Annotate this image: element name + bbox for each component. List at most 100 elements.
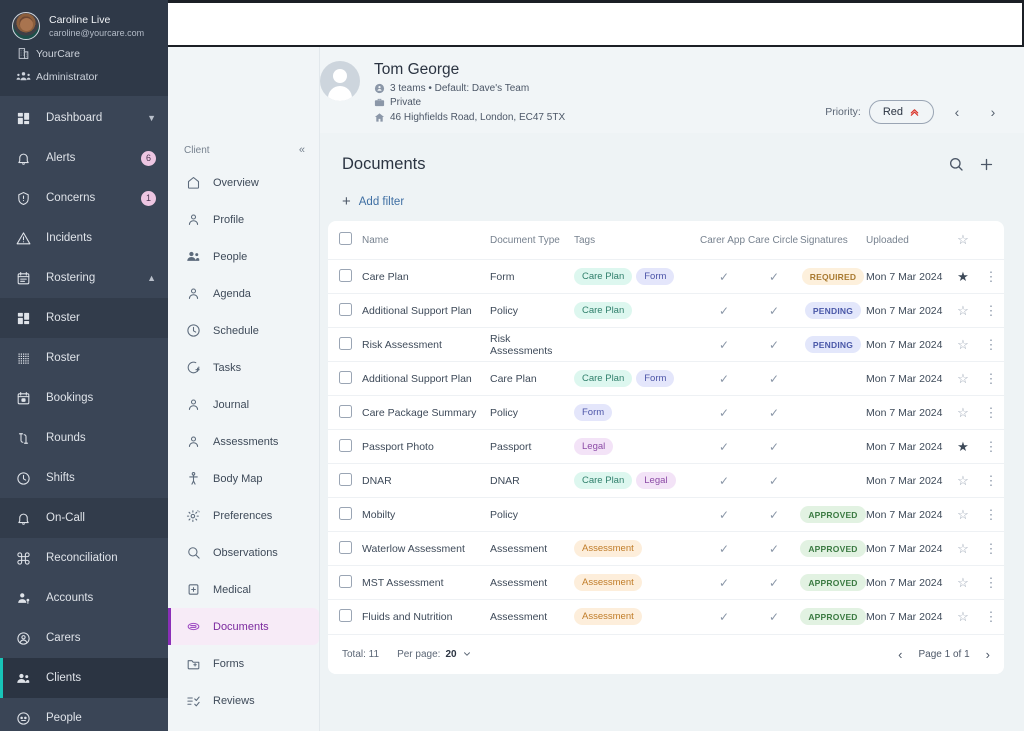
folder-plus-icon: [184, 656, 202, 671]
table-row[interactable]: Waterlow Assessment Assessment Assessment ✓…: [328, 531, 1004, 566]
row-menu-icon[interactable]: ⋮: [985, 303, 998, 318]
cell-uploaded: Mon 7 Mar 2024: [866, 395, 948, 430]
star-icon[interactable]: ☆: [957, 232, 969, 247]
sidebar-item-bookings[interactable]: Bookings: [0, 378, 168, 418]
sidebar-item-roster[interactable]: Roster: [0, 298, 168, 338]
row-checkbox[interactable]: [338, 506, 352, 520]
sidebar-item-shifts[interactable]: Shifts: [0, 458, 168, 498]
collapse-sidebar-button[interactable]: «: [299, 144, 305, 156]
row-checkbox[interactable]: [338, 608, 352, 622]
sidebar-item-roster[interactable]: Roster: [0, 338, 168, 378]
sidebar-item-on-call[interactable]: On-Call: [0, 498, 168, 538]
prev-client-button[interactable]: ‹: [944, 99, 970, 125]
subnav-item-forms[interactable]: Forms: [168, 645, 319, 682]
next-page-button[interactable]: ›: [986, 647, 990, 662]
table-row[interactable]: Fluids and Nutrition Assessment Assessment…: [328, 599, 1004, 634]
row-checkbox[interactable]: [338, 268, 352, 282]
subnav-item-people[interactable]: People: [168, 238, 319, 275]
row-menu-icon[interactable]: ⋮: [985, 609, 998, 624]
row-select-cell: [328, 463, 362, 498]
subnav-item-tasks[interactable]: Tasks: [168, 349, 319, 386]
subnav-item-body-map[interactable]: Body Map: [168, 460, 319, 497]
favourite-star-icon[interactable]: ☆: [957, 303, 969, 318]
sidebar-item-accounts[interactable]: Accounts: [0, 578, 168, 618]
row-menu-icon[interactable]: ⋮: [985, 337, 998, 352]
add-filter-button[interactable]: + Add filter: [328, 184, 1004, 221]
table-row[interactable]: DNAR DNAR Care Plan Legal ✓ ✓ Mon 7 Mar 2024 ☆ ⋮: [328, 463, 1004, 498]
row-checkbox[interactable]: [338, 438, 352, 452]
row-menu-icon[interactable]: ⋮: [985, 269, 998, 284]
row-menu-icon[interactable]: ⋮: [985, 371, 998, 386]
favourite-star-icon[interactable]: ☆: [957, 507, 969, 522]
cell-doc-type: Assessment: [490, 531, 574, 566]
subnav-item-label: Overview: [213, 176, 259, 189]
favourite-star-icon[interactable]: ☆: [957, 405, 969, 420]
subnav-item-schedule[interactable]: Schedule: [168, 312, 319, 349]
favourite-star-icon[interactable]: ★: [957, 269, 969, 284]
subnav-item-observations[interactable]: Observations: [168, 534, 319, 571]
favourite-star-icon[interactable]: ☆: [957, 575, 969, 590]
sidebar-item-rostering[interactable]: Rostering ▲: [0, 258, 168, 298]
favourite-star-icon[interactable]: ★: [957, 439, 969, 454]
sidebar-item-reconciliation[interactable]: Reconciliation: [0, 538, 168, 578]
row-checkbox[interactable]: [338, 404, 352, 418]
search-icon[interactable]: [941, 149, 971, 179]
subnav-item-reviews[interactable]: Reviews: [168, 682, 319, 719]
select-all-checkbox[interactable]: [338, 232, 352, 245]
per-page-control[interactable]: Per page: 20: [397, 649, 472, 660]
subnav-item-journal[interactable]: Journal: [168, 386, 319, 423]
favourite-star-icon[interactable]: ☆: [957, 609, 969, 624]
row-checkbox[interactable]: [338, 472, 352, 486]
add-document-button[interactable]: [971, 149, 1001, 179]
favourite-star-icon[interactable]: ☆: [957, 371, 969, 386]
priority-badge[interactable]: Red: [868, 100, 934, 124]
select-all-header: [328, 221, 362, 260]
sidebar-item-carers[interactable]: Carers: [0, 618, 168, 658]
next-client-button[interactable]: ›: [980, 99, 1006, 125]
subnav-item-medical[interactable]: Medical: [168, 571, 319, 608]
favourite-star-icon[interactable]: ☆: [957, 337, 969, 352]
sidebar-item-alerts[interactable]: Alerts 6: [0, 138, 168, 178]
main-sidebar: Caroline Live caroline@yourcare.com Your…: [0, 0, 168, 731]
table-row[interactable]: Care Package Summary Policy Form ✓ ✓ Mon 7 Ma…: [328, 395, 1004, 430]
subnav-item-overview[interactable]: Overview: [168, 164, 319, 201]
row-checkbox[interactable]: [338, 540, 352, 554]
check-circle-icon: [184, 360, 202, 375]
grid-icon: [12, 111, 34, 126]
sidebar-item-concerns[interactable]: Concerns 1: [0, 178, 168, 218]
chevron-down-icon: ▼: [147, 113, 156, 123]
check-icon: ✓: [718, 269, 730, 284]
row-checkbox[interactable]: [338, 336, 352, 350]
row-menu-icon[interactable]: ⋮: [985, 541, 998, 556]
sidebar-item-clients[interactable]: Clients: [0, 658, 168, 698]
sidebar-item-incidents[interactable]: Incidents: [0, 218, 168, 258]
row-menu-icon[interactable]: ⋮: [985, 507, 998, 522]
table-row[interactable]: Care Plan Form Care Plan Form ✓ ✓ REQUIRED Mon …: [328, 259, 1004, 294]
row-menu-icon[interactable]: ⋮: [985, 405, 998, 420]
sidebar-item-people[interactable]: People: [0, 698, 168, 731]
cell-carer-app: ✓: [700, 531, 748, 566]
table-row[interactable]: MST Assessment Assessment Assessment ✓ ✓ APPR…: [328, 565, 1004, 600]
table-row[interactable]: Risk Assessment Risk Assessments ✓ ✓ PENDING…: [328, 327, 1004, 362]
row-checkbox[interactable]: [338, 574, 352, 588]
subnav-item-profile[interactable]: Profile: [168, 201, 319, 238]
table-row[interactable]: Mobilty Policy ✓ ✓ APPROVED Mon 7 Mar 2024 ☆ ⋮: [328, 497, 1004, 532]
subnav-item-agenda[interactable]: Agenda: [168, 275, 319, 312]
table-row[interactable]: Additional Support Plan Policy Care Plan ✓ ✓…: [328, 293, 1004, 328]
table-row[interactable]: Additional Support Plan Care Plan Care Pla…: [328, 361, 1004, 396]
sidebar-user-block[interactable]: Caroline Live caroline@yourcare.com Your…: [0, 0, 168, 96]
row-checkbox[interactable]: [338, 302, 352, 316]
prev-page-button[interactable]: ‹: [898, 647, 902, 662]
sidebar-item-rounds[interactable]: Rounds: [0, 418, 168, 458]
row-menu-icon[interactable]: ⋮: [985, 575, 998, 590]
subnav-item-preferences[interactable]: Preferences: [168, 497, 319, 534]
sidebar-item-dashboard[interactable]: Dashboard ▼: [0, 98, 168, 138]
subnav-item-assessments[interactable]: Assessments: [168, 423, 319, 460]
table-row[interactable]: Passport Photo Passport Legal ✓ ✓ Mon 7 Mar 2…: [328, 429, 1004, 464]
row-checkbox[interactable]: [338, 370, 352, 384]
subnav-item-documents[interactable]: Documents: [168, 608, 319, 645]
row-menu-icon[interactable]: ⋮: [985, 473, 998, 488]
row-menu-icon[interactable]: ⋮: [985, 439, 998, 454]
favourite-star-icon[interactable]: ☆: [957, 541, 969, 556]
favourite-star-icon[interactable]: ☆: [957, 473, 969, 488]
